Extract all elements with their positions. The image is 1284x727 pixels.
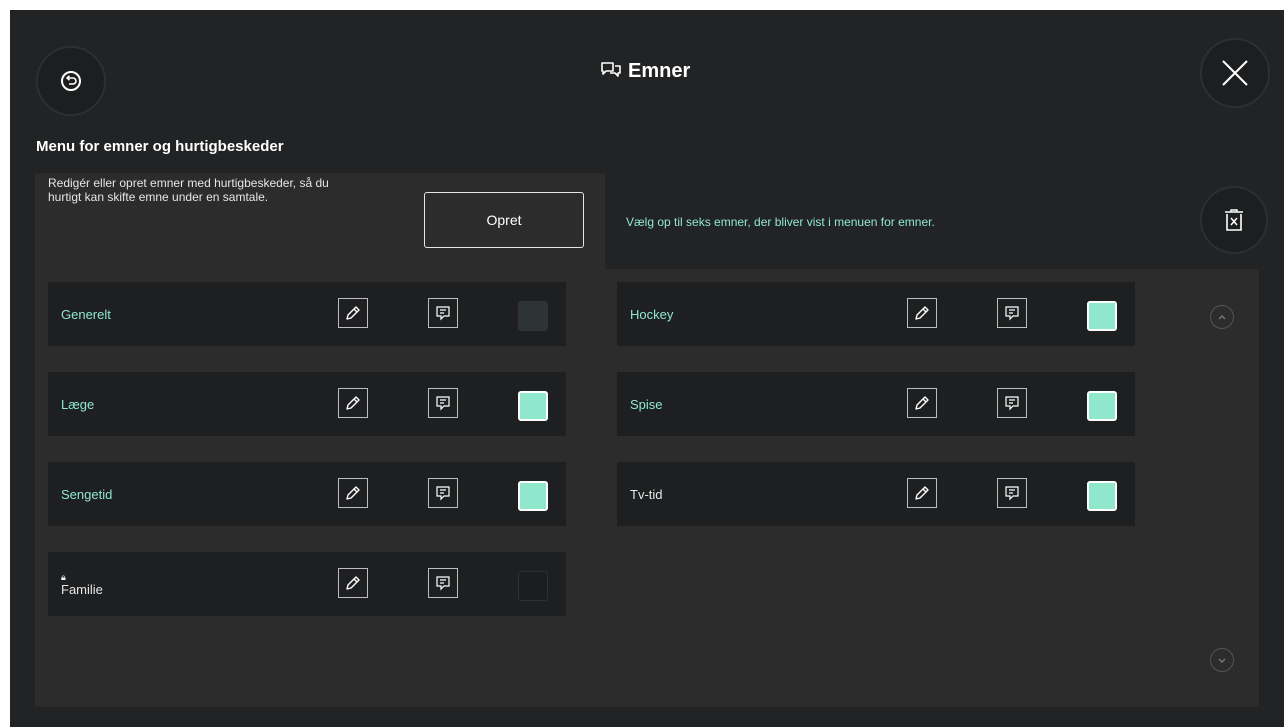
chevron-down-icon xyxy=(1218,658,1226,663)
page-title-text: Emner xyxy=(628,59,691,82)
close-icon xyxy=(1222,60,1248,86)
trash-icon xyxy=(1225,209,1243,231)
topic-name[interactable]: Læge xyxy=(61,372,94,436)
select-toggle[interactable] xyxy=(518,301,548,331)
pencil-icon xyxy=(346,396,360,410)
pencil-icon xyxy=(346,306,360,320)
message-icon xyxy=(436,396,450,411)
topic-name[interactable]: Generelt xyxy=(61,282,111,346)
topic-name[interactable]: Tv-tid xyxy=(630,462,663,526)
undo-icon xyxy=(61,71,81,91)
topic-name-locked[interactable]: 🔒︎ Familie xyxy=(61,552,103,616)
topic-row: Generelt xyxy=(48,282,566,346)
section-description: Redigér eller opret emner med hurtigbesk… xyxy=(48,176,329,204)
create-button[interactable]: Opret xyxy=(424,192,584,248)
section-heading: Menu for emner og hurtigbeskeder xyxy=(36,138,284,155)
app-window: Emner Menu for emner og hurtigbeskeder R… xyxy=(10,10,1284,727)
edit-button[interactable] xyxy=(338,568,368,598)
selection-hint: Vælg op til seks emner, der bliver vist … xyxy=(626,215,935,229)
quick-messages-button[interactable] xyxy=(428,478,458,508)
topic-row: Hockey xyxy=(617,282,1135,346)
scroll-up-button[interactable] xyxy=(1210,305,1234,329)
select-toggle xyxy=(518,571,548,601)
select-toggle[interactable] xyxy=(1087,301,1117,331)
pencil-icon xyxy=(915,396,929,410)
edit-button[interactable] xyxy=(338,298,368,328)
edit-button[interactable] xyxy=(907,388,937,418)
page-title: Emner xyxy=(600,56,690,86)
pencil-icon xyxy=(915,486,929,500)
chevron-up-icon xyxy=(1218,315,1226,320)
select-toggle[interactable] xyxy=(1087,481,1117,511)
quick-messages-button[interactable] xyxy=(997,478,1027,508)
chat-bubbles-icon xyxy=(601,62,621,77)
topic-row: 🔒︎ Familie xyxy=(48,552,566,616)
edit-button[interactable] xyxy=(338,478,368,508)
topic-name[interactable]: Hockey xyxy=(630,282,673,346)
message-icon xyxy=(1005,306,1019,321)
topic-name: Familie xyxy=(61,581,103,597)
quick-messages-button[interactable] xyxy=(997,388,1027,418)
message-icon xyxy=(1005,486,1019,501)
message-icon xyxy=(436,486,450,501)
pencil-icon xyxy=(346,576,360,590)
select-toggle[interactable] xyxy=(518,481,548,511)
quick-messages-button[interactable] xyxy=(428,388,458,418)
select-toggle[interactable] xyxy=(518,391,548,421)
select-toggle[interactable] xyxy=(1087,391,1117,421)
message-icon xyxy=(436,306,450,321)
edit-button[interactable] xyxy=(907,478,937,508)
scroll-down-button[interactable] xyxy=(1210,648,1234,672)
topic-row: Tv-tid xyxy=(617,462,1135,526)
pencil-icon xyxy=(346,486,360,500)
close-button[interactable] xyxy=(1200,38,1270,108)
quick-messages-button[interactable] xyxy=(428,298,458,328)
back-button[interactable] xyxy=(36,46,106,116)
pencil-icon xyxy=(915,306,929,320)
topic-name[interactable]: Sengetid xyxy=(61,462,112,526)
quick-messages-button[interactable] xyxy=(428,568,458,598)
edit-button[interactable] xyxy=(338,388,368,418)
lock-icon: 🔒︎ xyxy=(61,571,66,582)
topic-row: Sengetid xyxy=(48,462,566,526)
message-icon xyxy=(1005,396,1019,411)
edit-button[interactable] xyxy=(907,298,937,328)
topic-row: Spise xyxy=(617,372,1135,436)
delete-button[interactable] xyxy=(1200,186,1268,254)
topic-name[interactable]: Spise xyxy=(630,372,663,436)
message-icon xyxy=(436,576,450,591)
quick-messages-button[interactable] xyxy=(997,298,1027,328)
topic-row: Læge xyxy=(48,372,566,436)
